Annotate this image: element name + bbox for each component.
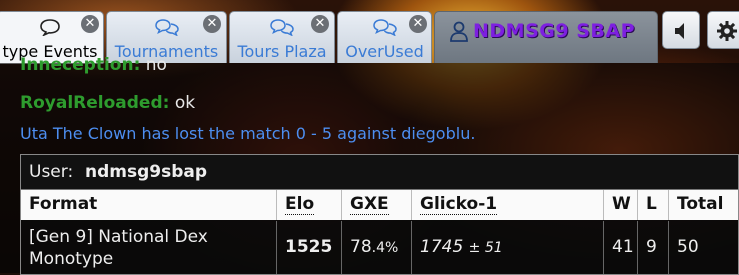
user-label: User: xyxy=(29,162,74,182)
cell-elo: 1525 xyxy=(277,221,342,274)
ladder-user-row: User: ndmsg9sbap xyxy=(21,155,738,190)
cell-gxe: 78.4% xyxy=(342,221,412,274)
cell-total: 50 xyxy=(677,237,699,257)
tab-tours-plaza[interactable]: Tours Plaza ✕ xyxy=(229,11,335,63)
col-header-total: Total xyxy=(669,190,738,220)
col-header-losses: L xyxy=(638,190,669,220)
close-icon[interactable]: ✕ xyxy=(81,15,99,33)
tab-overused[interactable]: OverUsed ✕ xyxy=(337,11,432,63)
speaker-icon xyxy=(675,23,684,39)
chat-bubbles-icon xyxy=(270,19,294,36)
battle-notice: Uta The Clown has lost the match 0 - 5 a… xyxy=(20,124,476,143)
close-icon[interactable]: ✕ xyxy=(409,15,427,33)
chat-username[interactable]: Inneception: xyxy=(20,55,140,75)
tab-label: OverUsed xyxy=(345,42,424,61)
username: NDMSG9 SBAP xyxy=(473,20,635,42)
cell-format: [Gen 9] National Dex Monotype xyxy=(21,221,277,274)
close-icon[interactable]: ✕ xyxy=(311,15,329,33)
chat-message: Inneception: no xyxy=(20,55,167,75)
gear-icon xyxy=(717,21,737,41)
ladder-username: ndmsg9sbap xyxy=(85,162,208,182)
col-header-format: Format xyxy=(21,190,277,220)
chat-message: RoyalReloaded: ok xyxy=(20,93,195,113)
col-header-wins: W xyxy=(604,190,638,220)
chat-username[interactable]: RoyalReloaded: xyxy=(20,93,169,113)
chat-text: ok xyxy=(174,93,196,113)
cell-wins: 41 xyxy=(604,221,638,274)
settings-button[interactable] xyxy=(707,11,739,49)
chat-bubble-icon xyxy=(40,19,60,36)
cell-losses: 9 xyxy=(638,221,669,274)
col-header-gxe: GXE xyxy=(342,190,412,220)
user-menu[interactable]: NDMSG9 SBAP xyxy=(434,11,658,63)
chat-text: no xyxy=(145,55,167,75)
chat-bubbles-icon xyxy=(154,19,179,36)
col-header-elo: Elo xyxy=(277,190,342,220)
sound-button[interactable] xyxy=(662,11,700,49)
col-header-glicko: Glicko-1 xyxy=(412,190,604,220)
user-icon xyxy=(450,21,468,42)
ladder-table: User: ndmsg9sbap Format Elo GXE Glicko-1… xyxy=(20,154,739,275)
chat-bubbles-icon xyxy=(372,19,397,36)
cell-glicko: 1745 ± 51 xyxy=(412,221,604,274)
close-icon[interactable]: ✕ xyxy=(203,15,221,33)
tab-label: Tours Plaza xyxy=(237,42,327,61)
